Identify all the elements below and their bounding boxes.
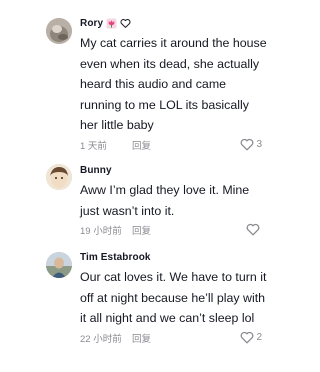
like-count: 2 [256, 331, 262, 343]
heart-outline-icon [241, 138, 254, 150]
heart-outline-icon [246, 223, 260, 236]
comment-text: My cat carries it around the house even … [80, 36, 267, 132]
comment-text: Our cat loves it. We have to turn it off… [80, 270, 267, 325]
comment-time: 19 小时前 [80, 226, 122, 237]
avatar-image [46, 164, 72, 190]
comment-time: 22 小时前 [80, 333, 122, 345]
avatar[interactable] [46, 164, 72, 190]
heart-outline-icon [241, 331, 254, 343]
reply-button[interactable]: 回复 [132, 138, 151, 152]
avatar-image [46, 252, 72, 278]
reply-button[interactable]: 回复 [132, 223, 151, 237]
tulip-icon [106, 17, 117, 29]
comment-author[interactable]: Rory [80, 18, 103, 29]
like-button[interactable]: 2 [240, 331, 262, 344]
heart-outline-icon [120, 18, 131, 29]
like-button[interactable]: 3 [240, 138, 262, 151]
avatar-image [46, 18, 72, 44]
reply-button[interactable]: 回复 [132, 331, 151, 345]
comment-author[interactable]: Tim Estabrook [80, 252, 151, 263]
avatar[interactable] [46, 18, 72, 44]
comment-time: 1 天前 [80, 140, 107, 152]
like-count: 3 [256, 138, 262, 150]
like-button[interactable] [246, 223, 262, 236]
avatar[interactable] [46, 252, 72, 278]
comment-text: Aww I’m glad they love it. Mine just was… [80, 183, 250, 218]
comment-author[interactable]: Bunny [80, 165, 112, 176]
